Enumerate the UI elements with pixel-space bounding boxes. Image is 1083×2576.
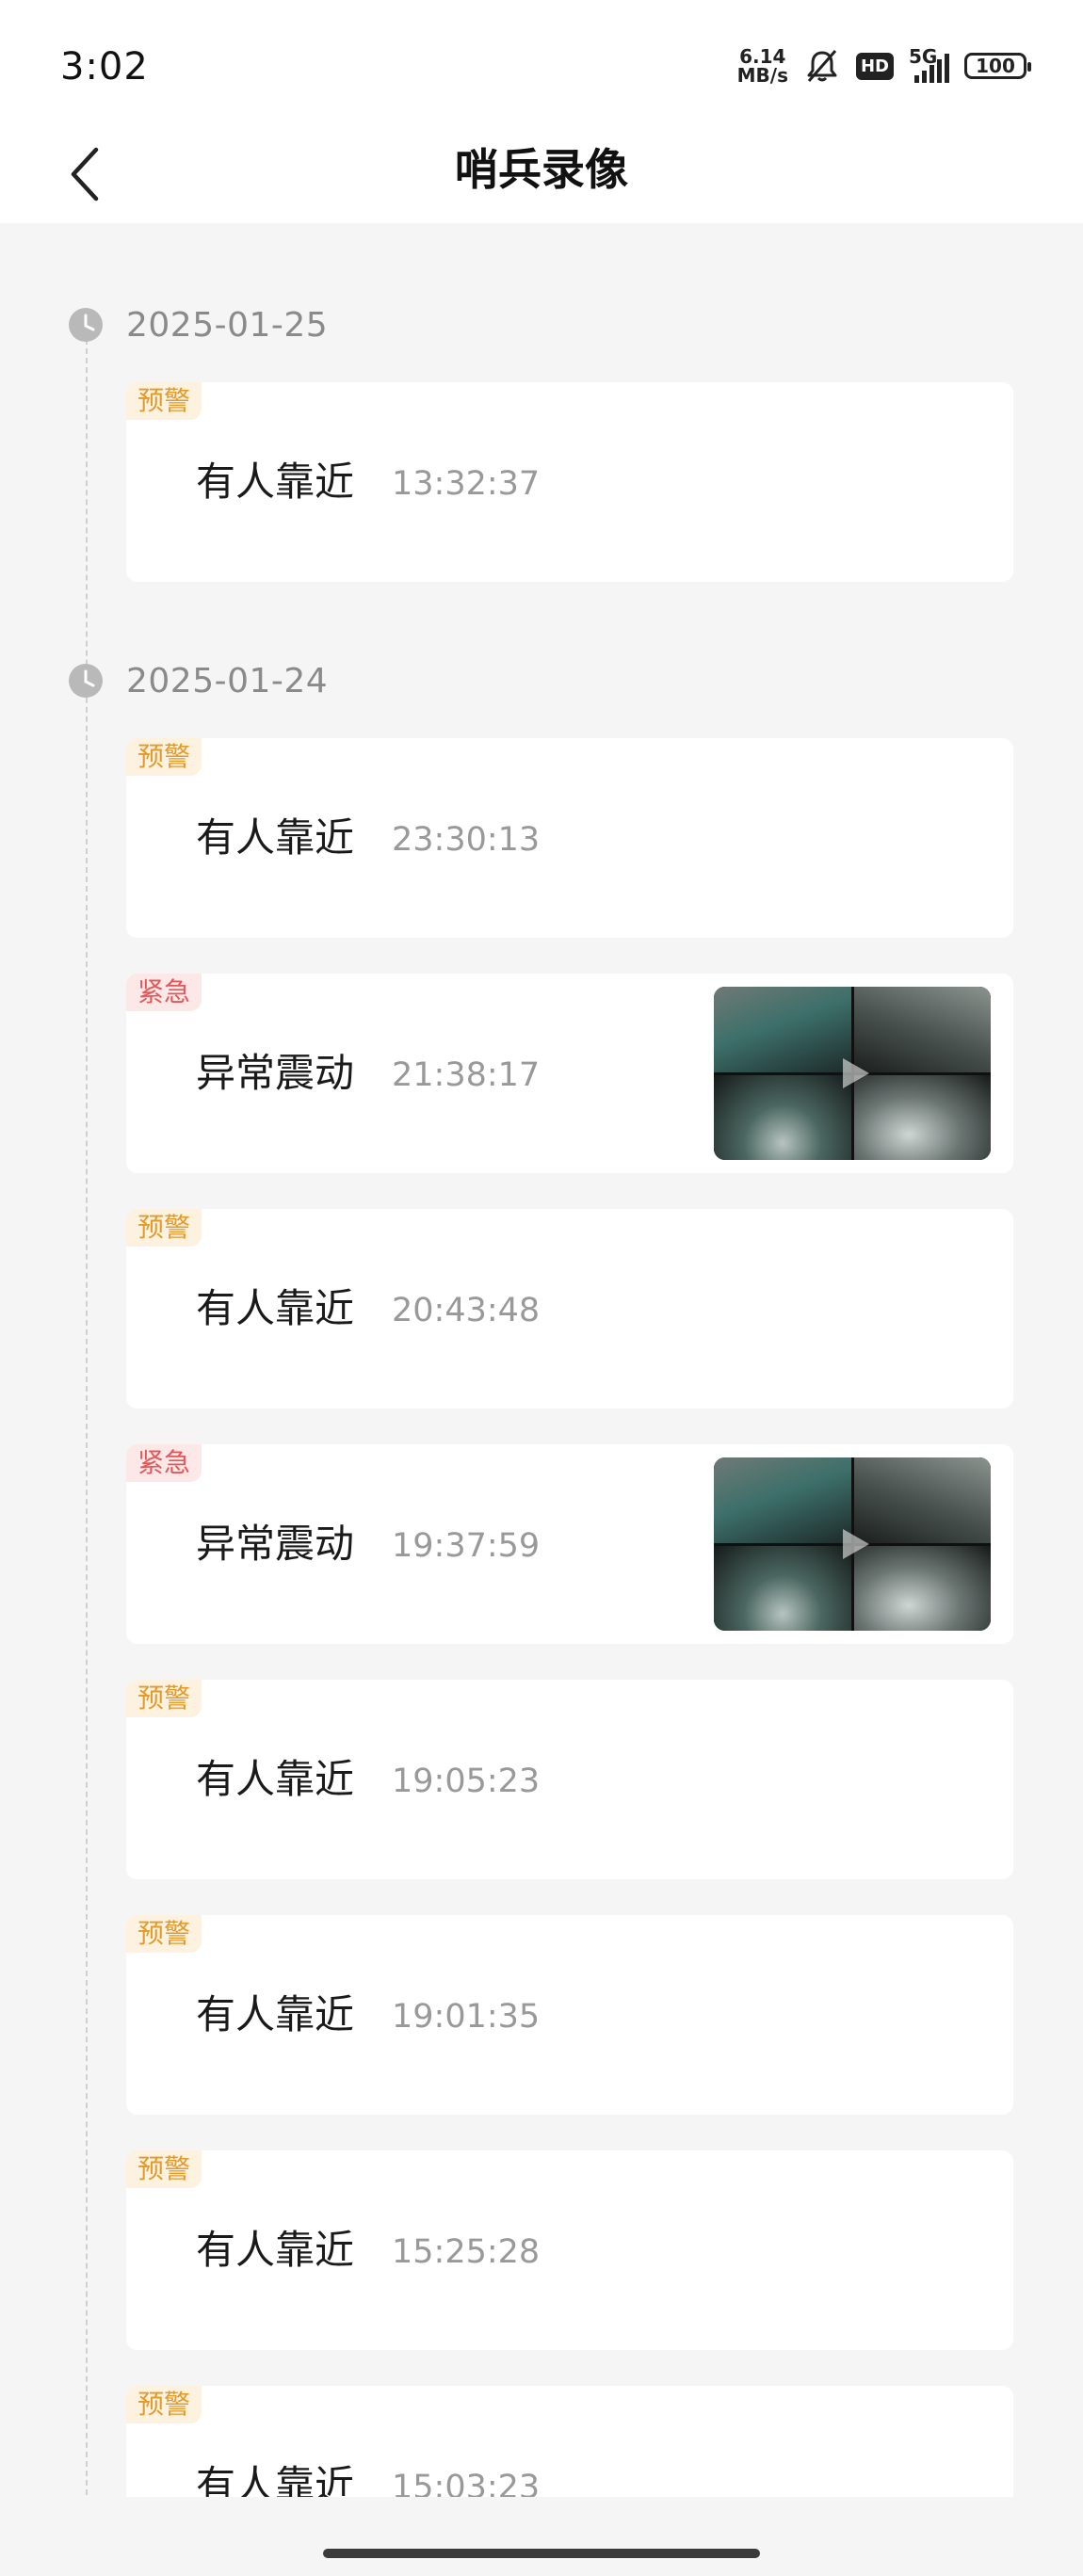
event-card[interactable]: 紧急 异常震动 19:37:59 (126, 1444, 1013, 1644)
event-card[interactable]: 预警 有人靠近 19:05:23 (126, 1680, 1013, 1879)
event-time: 21:38:17 (392, 1056, 541, 1094)
network-speed-value: 6.14 (739, 45, 786, 68)
hd-icon: HD (855, 52, 894, 80)
event-time: 19:01:35 (392, 1998, 541, 2036)
severity-badge: 紧急 (126, 1444, 202, 1482)
nav-bar: 哨兵录像 (0, 127, 1083, 223)
network-speed: 6.14 MB/s (737, 47, 788, 85)
date-header: 2025-01-25 (68, 305, 329, 345)
event-title: 有人靠近 (196, 1285, 355, 1331)
signal-icon: 5G (909, 45, 949, 83)
page-title: 哨兵录像 (455, 144, 628, 195)
event-time: 19:05:23 (392, 1763, 541, 1800)
bottom-bar (0, 2497, 1083, 2576)
severity-badge: 预警 (126, 2386, 202, 2423)
play-icon (843, 1058, 869, 1088)
status-time: 3:02 (60, 45, 149, 89)
event-card[interactable]: 预警 有人靠近 20:43:48 (126, 1209, 1013, 1409)
video-thumbnail[interactable] (714, 987, 991, 1160)
event-title: 有人靠近 (196, 2227, 355, 2273)
network-type-label: 5G (909, 45, 938, 68)
video-thumbnail[interactable] (714, 1457, 991, 1631)
timeline-line (86, 330, 88, 2495)
event-time: 19:37:59 (392, 1527, 541, 1565)
status-bar: 3:02 6.14 MB/s HD 5G 100 (0, 0, 1083, 127)
clock-icon (69, 664, 103, 698)
severity-badge: 预警 (126, 1915, 202, 1953)
date-text: 2025-01-25 (126, 305, 329, 345)
play-icon (843, 1529, 869, 1559)
clock-icon (69, 308, 103, 342)
severity-badge: 预警 (126, 2150, 202, 2188)
event-title: 有人靠近 (196, 459, 355, 505)
event-time: 20:43:48 (392, 1292, 541, 1329)
battery-icon: 100 (964, 53, 1031, 79)
home-indicator[interactable] (323, 2549, 760, 2558)
event-title: 有人靠近 (196, 1991, 355, 2037)
event-card[interactable]: 预警 有人靠近 23:30:13 (126, 738, 1013, 938)
date-header: 2025-01-24 (68, 662, 328, 700)
event-title: 有人靠近 (196, 1756, 355, 1802)
status-icons: 6.14 MB/s HD 5G 100 (737, 45, 1031, 85)
event-time: 23:30:13 (392, 821, 541, 859)
bell-muted-icon (807, 50, 837, 82)
severity-badge: 预警 (126, 1680, 202, 1717)
event-title: 异常震动 (196, 1050, 355, 1096)
severity-badge: 紧急 (126, 974, 202, 1011)
event-time: 13:32:37 (392, 465, 541, 503)
event-card[interactable]: 预警 有人靠近 15:25:28 (126, 2150, 1013, 2350)
severity-badge: 预警 (126, 1209, 202, 1247)
event-title: 有人靠近 (196, 814, 355, 861)
sentry-recordings-screen: 3:02 6.14 MB/s HD 5G 100 哨兵录像 2025-01-25… (0, 0, 1083, 2576)
event-card[interactable]: 紧急 异常震动 21:38:17 (126, 974, 1013, 1173)
date-text: 2025-01-24 (126, 661, 329, 700)
event-card[interactable]: 预警 有人靠近 19:01:35 (126, 1915, 1013, 2115)
event-time: 15:25:28 (392, 2233, 541, 2271)
severity-badge: 预警 (126, 382, 202, 420)
severity-badge: 预警 (126, 738, 202, 776)
network-speed-unit: MB/s (736, 64, 788, 87)
event-card[interactable]: 预警 有人靠近 13:32:37 (126, 382, 1013, 582)
event-title: 异常震动 (196, 1521, 355, 1567)
battery-level: 100 (976, 55, 1015, 77)
